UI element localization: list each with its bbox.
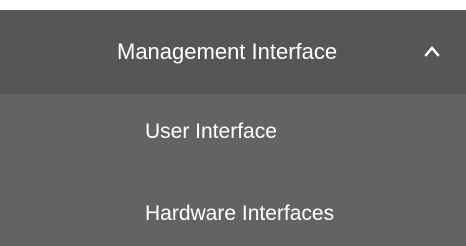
chevron-up-icon: [424, 44, 440, 57]
menu-item-label: Hardware Interfaces: [145, 202, 335, 225]
menu-item-user-interface[interactable]: User Interface: [0, 94, 466, 170]
management-interface-toggle[interactable]: Management Interface: [0, 10, 466, 94]
menu-item-label: User Interface: [145, 120, 277, 143]
menu-header-label: Management Interface: [117, 39, 338, 64]
management-interface-menu: Management Interface User Interface Hard…: [0, 10, 466, 246]
menu-item-hardware-interfaces[interactable]: Hardware Interfaces: [0, 170, 466, 246]
